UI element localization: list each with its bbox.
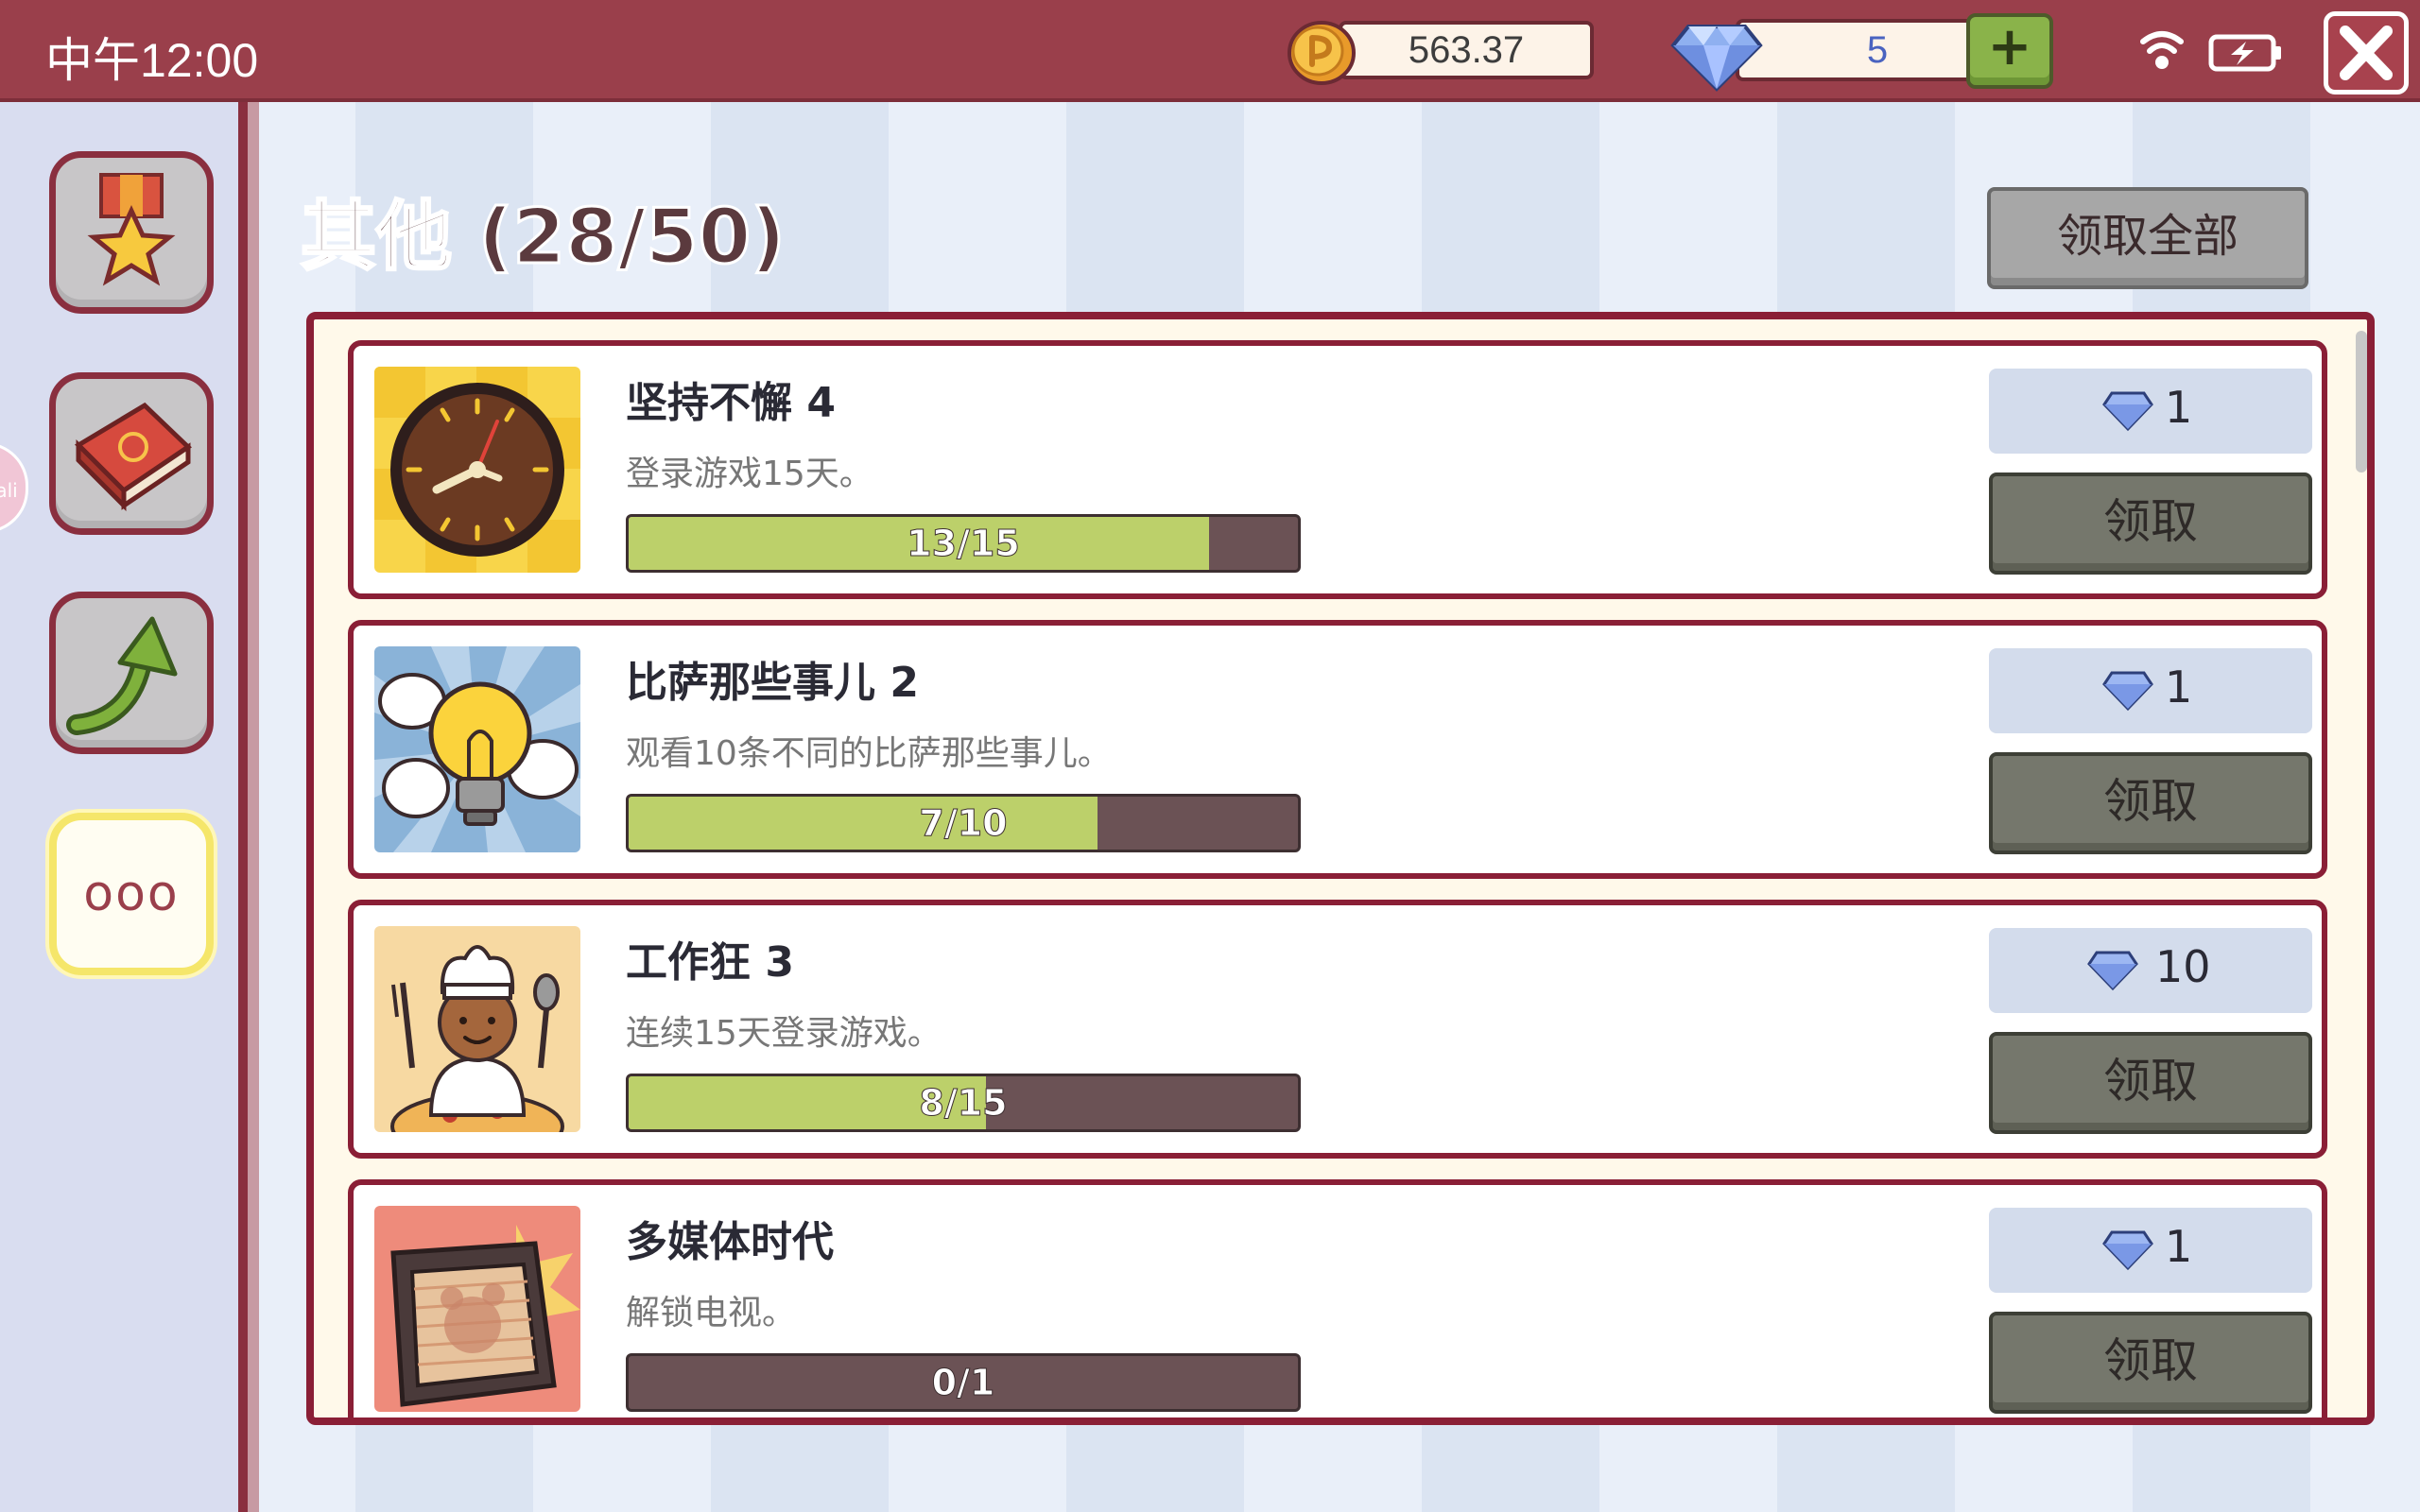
lightbulb-icon [374,646,580,852]
gem-icon [2087,951,2138,991]
claim-button[interactable]: 领取 [1989,752,2312,854]
list-item: 多媒体时代 解锁电视。 0/1 1 领取 [348,1179,2327,1418]
progress-bar: 0/1 [626,1353,1301,1412]
top-bar: 中午12:00 563.37 5 + [0,0,2420,102]
coin-amount: 563.37 [1339,21,1594,79]
sidebar-item-achievements[interactable] [49,151,214,314]
progress-bar: 7/10 [626,794,1301,852]
reward-badge: 10 [1989,928,2312,1013]
medal-star-icon [87,173,176,286]
achievement-list[interactable]: 坚持不懈 4 登录游戏15天。 13/15 1 领取 比萨那些事儿 2 观看10… [306,312,2375,1425]
chef-icon [374,926,580,1132]
reward-amount: 10 [2155,941,2211,992]
sidebar: ali ooo [0,102,259,1512]
sidebar-item-upgrade[interactable] [49,592,214,754]
scrollbar[interactable] [2356,331,2367,472]
tv-icon [374,1206,580,1412]
reward-amount: 1 [2165,1221,2193,1272]
task-title: 多媒体时代 [626,1218,834,1266]
reward-badge: 1 [1989,1208,2312,1293]
gem-icon [2102,671,2153,712]
battery-charging-icon [2208,34,2281,72]
coin-icon [1288,21,1356,85]
page-title: 其他 (28/50) [300,192,787,283]
more-icon: ooo [83,866,180,922]
reward-badge: 1 [1989,648,2312,733]
list-item: 工作狂 3 连续15天登录游戏。 8/15 10 领取 [348,900,2327,1159]
task-description: 登录游戏15天。 [626,455,873,493]
coin-counter: 563.37 [1286,17,1594,85]
progress-label: 13/15 [907,523,1021,565]
arrow-up-icon [66,616,178,735]
progress-label: 7/10 [919,802,1008,845]
progress-bar: 13/15 [626,514,1301,573]
side-badge[interactable]: ali [0,442,28,533]
gem-icon [1670,25,1763,92]
list-item: 坚持不懈 4 登录游戏15天。 13/15 1 领取 [348,340,2327,599]
gem-icon [2102,1230,2153,1271]
claim-button[interactable]: 领取 [1989,1312,2312,1414]
sidebar-item-book[interactable] [49,372,214,535]
close-icon [2340,26,2393,80]
book-icon [74,402,192,512]
progress-label: 0/1 [931,1362,995,1404]
gem-icon [2102,391,2153,432]
task-title: 坚持不懈 4 [626,379,836,427]
reward-badge: 1 [1989,369,2312,454]
progress-label: 8/15 [919,1082,1008,1125]
wifi-icon [2140,31,2184,69]
reward-amount: 1 [2165,662,2193,713]
sidebar-item-other[interactable]: ooo [49,813,214,975]
close-button[interactable] [2324,11,2409,94]
list-item: 比萨那些事儿 2 观看10条不同的比萨那些事儿。 7/10 1 领取 [348,620,2327,879]
task-description: 观看10条不同的比萨那些事儿。 [626,734,1112,773]
claim-button[interactable]: 领取 [1989,1032,2312,1134]
task-description: 连续15天登录游戏。 [626,1014,942,1053]
progress-bar: 8/15 [626,1074,1301,1132]
add-gems-button[interactable]: + [1966,13,2053,89]
task-description: 解锁电视。 [626,1294,797,1332]
claim-all-button[interactable]: 领取全部 [1987,187,2308,289]
status-time: 中午12:00 [45,34,259,87]
reward-amount: 1 [2165,382,2193,433]
claim-button[interactable]: 领取 [1989,472,2312,575]
task-title: 工作狂 3 [626,938,794,987]
task-title: 比萨那些事儿 2 [626,659,919,707]
clock-icon [374,367,580,573]
